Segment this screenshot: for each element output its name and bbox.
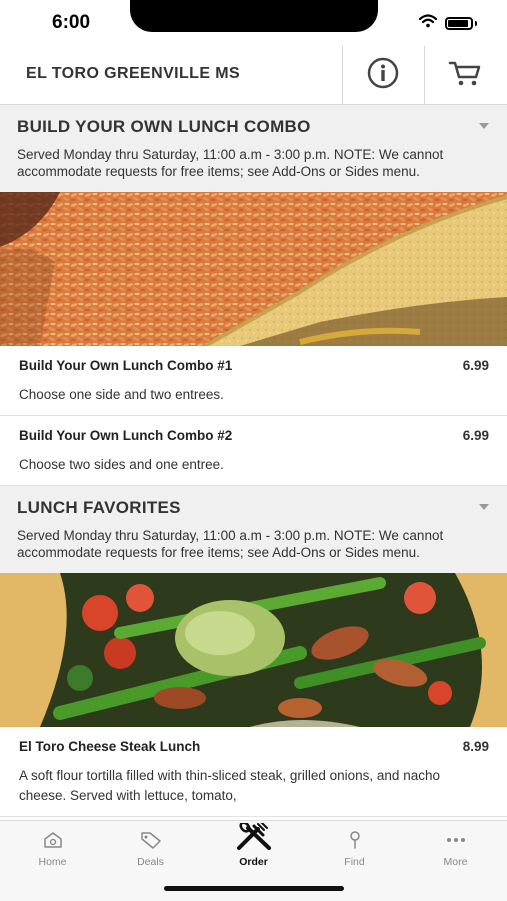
collapse-caret-icon[interactable]	[479, 504, 489, 510]
info-icon	[366, 56, 400, 95]
home-indicator[interactable]	[164, 886, 344, 891]
section-header[interactable]: BUILD YOUR OWN LUNCH COMBO Served Monday…	[0, 105, 507, 192]
section-photo-fajita-salad	[0, 573, 507, 727]
tab-deals[interactable]: Deals	[100, 821, 201, 873]
status-icons	[418, 14, 477, 33]
location-pin-icon	[348, 830, 362, 850]
menu-item-name: Build Your Own Lunch Combo #2	[19, 428, 233, 443]
tab-home[interactable]: Home	[2, 821, 103, 873]
menu-item-price: 6.99	[462, 428, 489, 443]
status-bar: 6:00	[0, 0, 507, 46]
menu-item-price: 8.99	[462, 739, 489, 754]
tab-find[interactable]: Find	[304, 821, 405, 873]
utensils-icon	[234, 823, 274, 850]
menu-item-name: El Toro Cheese Steak Lunch	[19, 739, 201, 754]
more-dots-icon	[446, 830, 466, 850]
tab-more[interactable]: More	[405, 821, 506, 873]
menu-item-description: Choose two sides and one entree.	[19, 457, 224, 472]
battery-icon	[445, 17, 473, 30]
restaurant-title: EL TORO GREENVILLE MS	[26, 65, 241, 82]
info-button[interactable]	[343, 46, 423, 104]
tab-order[interactable]: Order	[203, 821, 304, 873]
tab-label: More	[443, 856, 468, 868]
section-description: Served Monday thru Saturday, 11:00 a.m -…	[17, 147, 444, 179]
menu-item-description: Choose one side and two entrees.	[19, 387, 224, 402]
cart-icon	[448, 58, 482, 93]
section-title: BUILD YOUR OWN LUNCH COMBO	[17, 117, 311, 136]
tab-label: Home	[38, 856, 67, 868]
collapse-caret-icon[interactable]	[479, 123, 489, 129]
menu-item[interactable]: Build Your Own Lunch Combo #1 6.99 Choos…	[0, 346, 507, 416]
status-time: 6:00	[52, 12, 91, 33]
menu-item[interactable]: El Toro Cheese Steak Lunch 8.99 A soft f…	[0, 727, 507, 817]
device-notch	[130, 0, 378, 32]
section-title: LUNCH FAVORITES	[17, 498, 181, 517]
tab-label: Order	[239, 856, 268, 868]
section-description: Served Monday thru Saturday, 11:00 a.m -…	[17, 528, 444, 560]
tag-icon	[140, 830, 162, 850]
menu-item-name: Build Your Own Lunch Combo #1	[19, 358, 233, 373]
menu-item[interactable]: Build Your Own Lunch Combo #2 6.99 Choos…	[0, 416, 507, 486]
section-header[interactable]: LUNCH FAVORITES Served Monday thru Satur…	[0, 486, 507, 573]
menu-item-price: 6.99	[462, 358, 489, 373]
tab-label: Deals	[137, 856, 164, 868]
tab-label: Find	[344, 856, 365, 868]
app-header: EL TORO GREENVILLE MS	[0, 46, 507, 105]
menu-content[interactable]: BUILD YOUR OWN LUNCH COMBO Served Monday…	[0, 105, 507, 820]
section-photo-rice-taco	[0, 192, 507, 346]
cart-button[interactable]	[425, 46, 505, 104]
menu-item-description: A soft flour tortilla filled with thin-s…	[19, 768, 440, 803]
battery-cap	[475, 21, 477, 26]
wifi-icon	[418, 14, 438, 33]
home-icon	[43, 830, 63, 850]
